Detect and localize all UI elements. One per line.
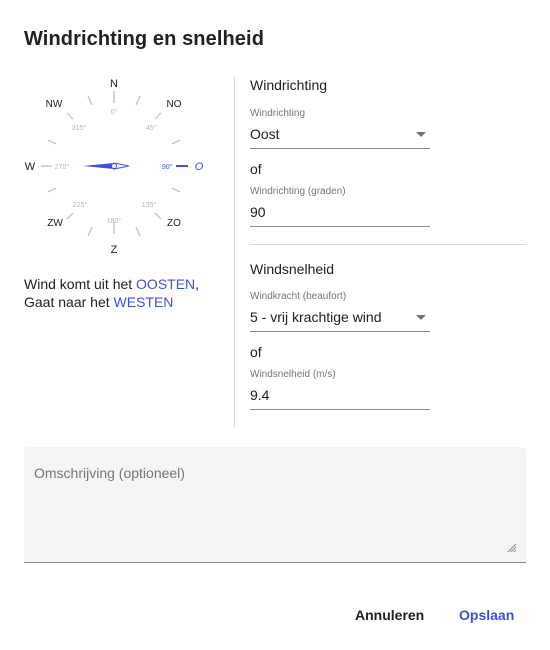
deg-315: 315° xyxy=(72,124,87,132)
speed-ms-underline xyxy=(250,409,430,410)
deg-270: 270° xyxy=(55,163,70,171)
compass-rose[interactable]: N NO O ZO Z ZW W NW 0° 45° 90° 135° 180°… xyxy=(14,70,214,265)
wind-dialog: Windrichting en snelheid N NO O ZO Z ZW … xyxy=(0,0,550,650)
from-suffix: , xyxy=(195,276,200,292)
label-w: W xyxy=(25,161,36,173)
label-sw: ZW xyxy=(47,218,63,229)
speed-ms-value[interactable]: 9.4 xyxy=(250,387,269,403)
from-direction: OOSTEN xyxy=(136,276,196,292)
tick-wsw xyxy=(47,187,57,193)
chevron-down-icon xyxy=(416,315,426,320)
description-textarea[interactable]: Omschrijving (optioneel) xyxy=(24,447,526,563)
deg-45: 45° xyxy=(146,124,157,132)
direction-degrees-underline xyxy=(250,226,430,227)
label-e: O xyxy=(195,161,204,173)
cancel-button[interactable]: Annuleren xyxy=(347,603,432,627)
direction-select-value: Oost xyxy=(250,126,280,142)
label-s: Z xyxy=(111,244,118,256)
or-label-speed: of xyxy=(250,344,262,360)
tick-sw xyxy=(66,212,74,220)
tick-ssw xyxy=(87,226,93,237)
from-prefix: Wind komt uit het xyxy=(24,276,137,292)
deg-0: 0° xyxy=(111,108,118,116)
label-se: ZO xyxy=(167,218,181,229)
direction-degrees-field[interactable]: Windrichting (graden) 90 xyxy=(250,186,430,228)
speed-ms-label: Windsnelheid (m/s) xyxy=(250,369,336,380)
speed-section-title: Windsnelheid xyxy=(250,261,335,277)
needle-pivot xyxy=(111,163,117,169)
wind-needle[interactable] xyxy=(83,162,130,170)
tick-sse xyxy=(135,226,141,237)
beaufort-select-value: 5 - vrij krachtige wind xyxy=(250,309,382,325)
dialog-title: Windrichting en snelheid xyxy=(24,28,265,50)
label-nw: NW xyxy=(46,99,63,110)
direction-select[interactable]: Windrichting Oost xyxy=(250,108,430,150)
to-direction: WESTEN xyxy=(113,294,174,310)
compass-panel: N NO O ZO Z ZW W NW 0° 45° 90° 135° 180°… xyxy=(0,70,234,430)
deg-180: 180° xyxy=(107,217,122,225)
tick-ene xyxy=(171,139,181,145)
tick-se xyxy=(154,212,162,220)
vertical-divider xyxy=(234,76,235,427)
direction-section-title: Windrichting xyxy=(250,77,328,93)
tick-nw xyxy=(66,112,74,120)
tick-ese xyxy=(171,187,181,193)
section-divider xyxy=(250,244,526,245)
tick-nnw xyxy=(87,95,93,106)
speed-ms-field[interactable]: Windsnelheid (m/s) 9.4 xyxy=(250,369,430,411)
deg-225: 225° xyxy=(73,201,88,209)
wind-description: Wind komt uit het OOSTEN, Gaat naar het … xyxy=(24,275,199,311)
direction-degrees-value[interactable]: 90 xyxy=(250,204,266,220)
deg-90: 90° xyxy=(162,163,173,171)
beaufort-select[interactable]: Windkracht (beaufort) 5 - vrij krachtige… xyxy=(250,291,430,333)
label-ne: NO xyxy=(167,99,182,110)
resize-handle-icon[interactable] xyxy=(506,542,516,552)
tick-wnw xyxy=(47,139,57,145)
tick-ne xyxy=(154,112,162,120)
wind-from-line: Wind komt uit het OOSTEN, xyxy=(24,275,199,293)
to-prefix: Gaat naar het xyxy=(24,294,114,310)
direction-select-label: Windrichting xyxy=(250,108,306,119)
or-label-direction: of xyxy=(250,161,262,177)
chevron-down-icon xyxy=(416,132,426,137)
label-n: N xyxy=(110,78,118,90)
description-placeholder: Omschrijving (optioneel) xyxy=(34,465,185,481)
direction-degrees-label: Windrichting (graden) xyxy=(250,186,346,197)
deg-135: 135° xyxy=(142,201,157,209)
tick-nne xyxy=(135,95,141,106)
wind-to-line: Gaat naar het WESTEN xyxy=(24,293,199,311)
beaufort-select-underline xyxy=(250,331,430,332)
beaufort-select-label: Windkracht (beaufort) xyxy=(250,291,347,302)
direction-select-underline xyxy=(250,148,430,149)
save-button[interactable]: Opslaan xyxy=(451,603,522,627)
